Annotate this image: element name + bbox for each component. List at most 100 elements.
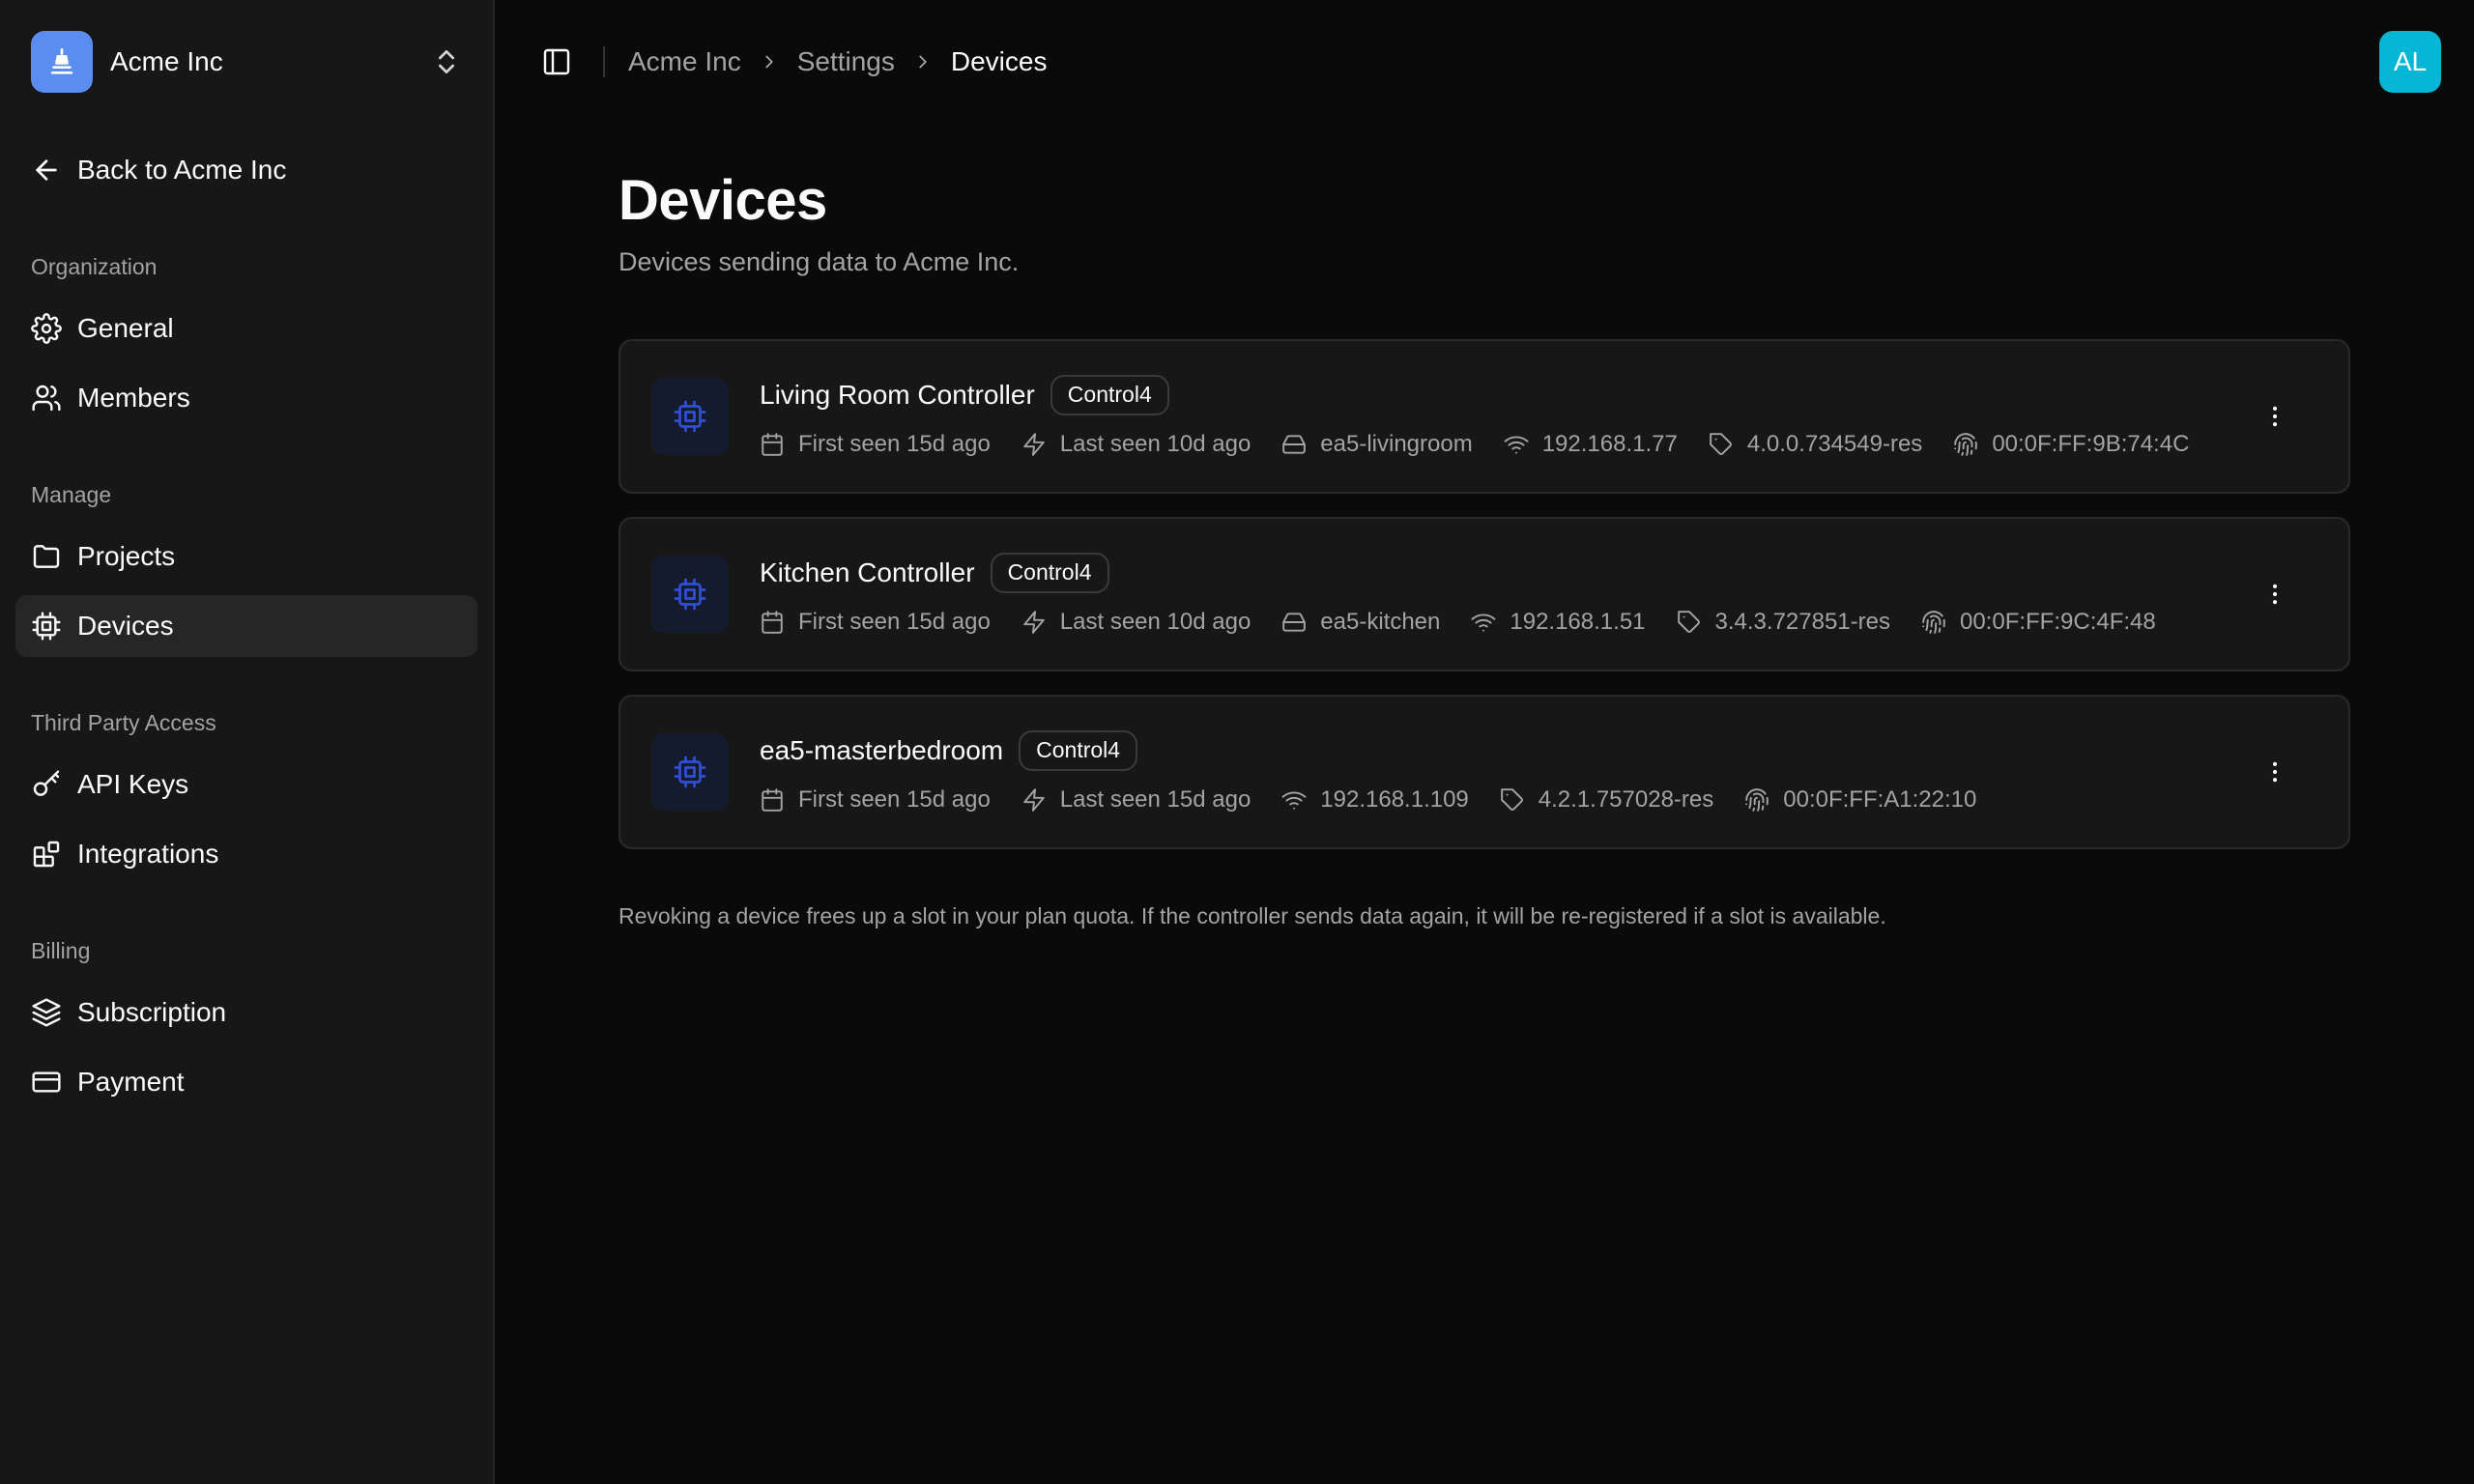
sidebar-item-members[interactable]: Members — [15, 367, 477, 429]
version-text: 4.2.1.757028-res — [1538, 785, 1714, 813]
sidebar-item-label: API Keys — [77, 769, 189, 799]
device-actions-button[interactable] — [2250, 747, 2300, 797]
last-seen: Last seen 15d ago — [1021, 786, 1251, 813]
calendar-icon — [762, 787, 783, 812]
mac-text: 00:0F:FF:A1:22:10 — [1783, 785, 1977, 813]
section-title: Third Party Access — [31, 709, 216, 735]
chevron-right-icon — [765, 55, 773, 69]
tag-icon — [1500, 787, 1523, 811]
device-name: Living Room Controller — [760, 379, 1035, 410]
breadcrumb-item-current: Devices — [950, 46, 1048, 76]
blocks-icon — [33, 841, 60, 868]
last-seen: Last seen 10d ago — [1021, 431, 1251, 458]
device-card: Living Room Controller Control4 First se… — [618, 338, 2350, 494]
zap-icon — [1023, 787, 1045, 812]
sidebar-item-label: Devices — [77, 611, 174, 641]
device-head: ea5-masterbedroom Control4 — [760, 729, 2317, 771]
org-switcher[interactable]: Acme Inc — [15, 31, 477, 93]
ip-text: 192.168.1.51 — [1510, 608, 1646, 635]
devices-page: Devices Devices sending data to Acme Inc… — [495, 124, 2474, 929]
calendar-icon — [762, 610, 783, 634]
sidebar-item-api-keys[interactable]: API Keys — [15, 754, 477, 815]
sidebar-item-subscription[interactable]: Subscription — [15, 982, 477, 1043]
folder-icon — [33, 545, 60, 568]
key-icon — [33, 770, 60, 796]
revoke-footnote: Revoking a device frees up a slot in you… — [618, 902, 1886, 928]
last-seen-text: Last seen 10d ago — [1059, 608, 1251, 635]
sidebar-section-organization: Organization General Members — [15, 243, 477, 429]
wifi-icon — [1471, 614, 1496, 632]
mac-text: 00:0F:FF:9C:4F:48 — [1959, 608, 2156, 635]
first-seen-text: First seen 15d ago — [798, 785, 991, 813]
ip-address: 192.168.1.109 — [1281, 785, 1469, 813]
more-vertical-icon — [2272, 584, 2278, 605]
last-seen-text: Last seen 15d ago — [1059, 785, 1251, 813]
device-head: Kitchen Controller Control4 — [760, 552, 2317, 593]
panel-left-icon — [543, 48, 570, 75]
sidebar-section-third-party: Third Party Access API Keys Integrations — [15, 699, 477, 885]
avatar[interactable]: AL — [2379, 31, 2441, 93]
hard-drive-icon — [1282, 613, 1307, 632]
last-seen-text: Last seen 10d ago — [1059, 430, 1251, 457]
first-seen: First seen 15d ago — [760, 431, 991, 458]
device-meta: First seen 15d ago Last seen 10d ago ea5… — [760, 431, 2317, 458]
device-body: Living Room Controller Control4 First se… — [760, 374, 2317, 458]
device-meta: First seen 15d ago Last seen 15d ago 192… — [760, 786, 2317, 813]
users-icon — [32, 385, 61, 412]
version-text: 4.0.0.734549-res — [1746, 430, 1923, 457]
device-card: Kitchen Controller Control4 First seen 1… — [618, 516, 2350, 671]
sidebar-item-payment[interactable]: Payment — [15, 1051, 477, 1113]
more-vertical-icon — [2272, 406, 2278, 427]
device-name: Kitchen Controller — [760, 556, 975, 587]
hostname-text: ea5-kitchen — [1320, 608, 1441, 635]
sidebar: Acme Inc Back to Acme Inc Organization G… — [0, 0, 495, 1484]
credit-card-icon — [32, 1071, 61, 1093]
sidebar-item-devices[interactable]: Devices — [15, 595, 477, 657]
device-actions-button[interactable] — [2250, 391, 2300, 442]
ip-text: 192.168.1.77 — [1541, 430, 1678, 457]
version-text: 3.4.3.727851-res — [1714, 608, 1890, 635]
tag-icon — [1710, 432, 1732, 455]
device-type-badge: Control4 — [1050, 374, 1169, 415]
mac-address: 00:0F:FF:9C:4F:48 — [1921, 609, 2156, 636]
ip-text: 192.168.1.109 — [1320, 785, 1469, 813]
firmware-version: 4.2.1.757028-res — [1500, 786, 1713, 813]
sidebar-item-general[interactable]: General — [15, 298, 477, 359]
hard-drive-icon — [1282, 435, 1307, 454]
firmware-version: 3.4.3.727851-res — [1677, 609, 1890, 636]
device-actions-button[interactable] — [2250, 569, 2300, 619]
page-title: Devices — [618, 169, 827, 232]
device-meta: First seen 15d ago Last seen 10d ago ea5… — [760, 609, 2317, 636]
sidebar-item-label: Members — [77, 383, 190, 413]
fingerprint-icon — [1745, 788, 1769, 812]
sidebar-section-billing: Billing Subscription Payment — [15, 928, 477, 1113]
sidebar-item-label: Integrations — [77, 839, 219, 869]
breadcrumb-item-settings[interactable]: Settings — [797, 46, 895, 77]
device-icon — [651, 732, 729, 811]
tag-icon — [1677, 610, 1700, 633]
device-list: Living Room Controller Control4 First se… — [618, 338, 2350, 849]
device-card: ea5-masterbedroom Control4 First seen 15… — [618, 694, 2350, 849]
device-type-badge: Control4 — [990, 552, 1109, 593]
mac-address: 00:0F:FF:9B:74:4C — [1953, 431, 2189, 458]
sidebar-item-label: General — [77, 313, 174, 343]
ip-address: 192.168.1.51 — [1471, 608, 1646, 636]
layers-icon — [32, 998, 61, 1027]
sidebar-item-integrations[interactable]: Integrations — [15, 823, 477, 885]
wifi-icon — [1504, 436, 1529, 454]
back-link-label: Back to Acme Inc — [77, 155, 287, 185]
breadcrumb: Acme Inc Settings Devices — [628, 46, 1047, 77]
firmware-version: 4.0.0.734549-res — [1709, 431, 1922, 458]
sidebar-item-projects[interactable]: Projects — [15, 526, 477, 587]
cpu-icon — [674, 578, 706, 611]
sidebar-item-label: Projects — [77, 541, 176, 571]
ip-address: 192.168.1.77 — [1504, 431, 1678, 458]
org-logo-icon — [31, 31, 93, 93]
device-body: ea5-masterbedroom Control4 First seen 15… — [760, 729, 2317, 813]
app: Acme Inc Back to Acme Inc Organization G… — [0, 0, 2474, 1484]
calendar-icon — [762, 432, 783, 456]
breadcrumb-item-org[interactable]: Acme Inc — [628, 46, 741, 77]
sidebar-toggle-button[interactable] — [530, 35, 584, 89]
divider — [603, 46, 605, 77]
back-link[interactable]: Back to Acme Inc — [15, 139, 477, 201]
